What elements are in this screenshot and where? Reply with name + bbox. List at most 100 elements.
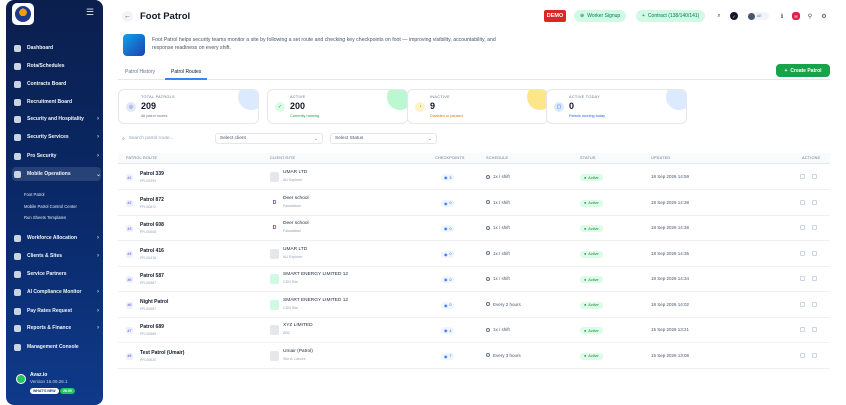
worker-signup-button[interactable]: ⊕ Worker Signup bbox=[574, 10, 627, 22]
status-badge: ● Active bbox=[580, 352, 603, 360]
edit-icon[interactable] bbox=[800, 174, 805, 179]
delete-icon[interactable] bbox=[812, 174, 817, 179]
patrol-name[interactable]: Patrol 872 bbox=[140, 197, 164, 203]
status-badge: ● Active bbox=[580, 276, 603, 283]
table-row[interactable]: #5 Patrol 587 PR-00587 SMART ENERGY LIMITED… bbox=[118, 267, 830, 292]
chevron-icon: › bbox=[97, 308, 99, 314]
table-row[interactable]: #1 Patrol 339 PR-00339 UMAR LTD AU Explorer ◉… bbox=[118, 165, 830, 190]
tab-patrol-routes[interactable]: Patrol Routes bbox=[171, 69, 201, 75]
pin-icon: ◉ bbox=[444, 354, 448, 359]
user-menu[interactable]: AE bbox=[747, 12, 769, 20]
stat-value: 200 bbox=[290, 101, 306, 111]
patrol-name[interactable]: Patrol 608 bbox=[140, 222, 164, 228]
search-input[interactable]: ⌕ Search patrol route... bbox=[118, 133, 210, 144]
nav-icon bbox=[14, 234, 21, 242]
stat-card-0: ◎ TOTAL PATROLS 209 All patrol routes bbox=[118, 89, 259, 124]
col-client-site[interactable]: CLIENT/SITE bbox=[270, 156, 295, 160]
sidebar-item-2[interactable]: Contracts Board bbox=[14, 77, 99, 91]
table-row[interactable]: #6 Night Patrol PR-00587 SMART ENERGY LIMIT… bbox=[118, 293, 830, 318]
menu-toggle-icon[interactable]: ☰ bbox=[86, 7, 94, 18]
create-patrol-button[interactable]: + Create Patrol bbox=[776, 64, 830, 77]
patrol-name[interactable]: Night Patrol bbox=[140, 299, 168, 305]
col-schedule[interactable]: SCHEDULE bbox=[486, 156, 508, 160]
table-row[interactable]: #2 Patrol 872 PR-00872 D Deer school Faisalab… bbox=[118, 191, 830, 216]
sidebar-item2-3[interactable]: AI Compliance Monitor › bbox=[14, 285, 99, 299]
patrol-name[interactable]: Patrol 339 bbox=[140, 171, 164, 177]
arrow-left-icon: ← bbox=[124, 13, 131, 20]
client-select[interactable]: Select client ⌄ bbox=[215, 133, 323, 144]
row-number: #3 bbox=[126, 225, 133, 232]
search-icon[interactable]: ⌕ bbox=[715, 12, 723, 20]
sidebar-item-7[interactable]: Mobile Operations ⌄ bbox=[12, 167, 101, 181]
contract-button[interactable]: + Contract (138/140/141) bbox=[636, 10, 706, 22]
patrol-code: PR-00416 bbox=[140, 255, 157, 260]
edit-icon[interactable] bbox=[800, 250, 805, 256]
version-label: Version 16.09.26.1 bbox=[30, 379, 68, 384]
patrol-name[interactable]: Patrol 416 bbox=[140, 248, 164, 254]
row-number: #1 bbox=[126, 174, 133, 181]
sidebar-item-1[interactable]: Rota/Schedules bbox=[14, 59, 99, 73]
company-name: Avaz.io bbox=[30, 372, 48, 378]
check-icon[interactable]: ✓ bbox=[730, 12, 738, 20]
stat-label: TOTAL PATROLS bbox=[141, 95, 175, 99]
edit-icon[interactable] bbox=[800, 352, 805, 358]
whats-new-button[interactable]: WHAT'S NEW bbox=[30, 388, 59, 394]
sidebar-item-0[interactable]: Dashboard bbox=[14, 41, 99, 55]
delete-icon[interactable] bbox=[812, 199, 817, 205]
chat-icon[interactable]: ✉ bbox=[792, 12, 800, 20]
delete-icon[interactable] bbox=[812, 250, 817, 256]
sidebar-subitem-2[interactable]: Run Sheets Templates bbox=[24, 215, 66, 220]
status-badge: ● Active bbox=[580, 174, 603, 181]
delete-icon[interactable] bbox=[812, 301, 817, 307]
patrol-name[interactable]: Patrol 689 bbox=[140, 324, 164, 330]
sidebar-item-6[interactable]: Pro Security › bbox=[14, 149, 99, 163]
col-status[interactable]: STATUS bbox=[580, 156, 596, 160]
settings-icon[interactable]: ⚙ bbox=[820, 12, 828, 20]
col-patrol-route[interactable]: PATROL ROUTE bbox=[126, 156, 157, 160]
info-icon[interactable]: ℹ bbox=[778, 12, 786, 20]
edit-icon[interactable] bbox=[800, 276, 805, 281]
sidebar-item2-4[interactable]: Pay Rates Request › bbox=[14, 304, 99, 318]
patrol-name[interactable]: Test Patrol (Umair) bbox=[140, 350, 184, 356]
delete-icon[interactable] bbox=[812, 276, 817, 281]
sidebar-item2-0[interactable]: Workforce Allocation › bbox=[14, 231, 99, 245]
status-dot-icon: ● bbox=[584, 252, 587, 256]
delete-icon[interactable] bbox=[812, 352, 817, 358]
status-select[interactable]: Select Status ⌄ bbox=[330, 133, 437, 144]
sidebar-item-3[interactable]: Recruitment Board bbox=[14, 95, 99, 109]
back-button[interactable]: ← bbox=[122, 11, 133, 22]
table-row[interactable]: #4 Patrol 416 PR-00416 UMAR LTD AU Explorer ◉… bbox=[118, 242, 830, 267]
clock-icon bbox=[486, 174, 490, 179]
tab-patrol-history[interactable]: Patrol History bbox=[125, 69, 155, 75]
sidebar-item2-2[interactable]: Service Partners bbox=[14, 267, 99, 281]
table-row[interactable]: #3 Patrol 608 PR-00608 D Deer school Faisalab… bbox=[118, 216, 830, 241]
status-dot-icon: ● bbox=[584, 277, 587, 282]
edit-icon[interactable] bbox=[800, 327, 805, 332]
delete-icon[interactable] bbox=[812, 225, 817, 230]
table-row[interactable]: #7 Patrol 689 PR-00689 XYZ LIMITED ABC ◉ 4 1x /… bbox=[118, 318, 830, 343]
delete-icon[interactable] bbox=[812, 327, 817, 332]
avatar[interactable] bbox=[16, 374, 26, 384]
sidebar-subitem-0[interactable]: Foot Patrol bbox=[24, 192, 44, 197]
sidebar-item-5[interactable]: Security Services › bbox=[14, 130, 99, 144]
sidebar-item2-5[interactable]: Reports & Finance › bbox=[14, 321, 99, 335]
link-icon[interactable]: ⚲ bbox=[806, 12, 814, 20]
edit-icon[interactable] bbox=[800, 225, 805, 230]
edit-icon[interactable] bbox=[800, 199, 805, 205]
foot-patrol-icon bbox=[123, 34, 145, 56]
table-row[interactable]: #8 Test Patrol (Umair) PR-00620 Umair (Patr… bbox=[118, 344, 830, 369]
app-logo[interactable] bbox=[12, 3, 34, 25]
sidebar-item-4[interactable]: Security and Hospitality › bbox=[14, 112, 99, 126]
sidebar-subitem-1[interactable]: Mobile Patrol Control Center bbox=[24, 204, 77, 209]
updated-time: 18 Sep 2026 14:02 bbox=[651, 301, 690, 307]
checkpoint-count: ◉ 7 bbox=[441, 352, 455, 360]
site-name: Faisalabad bbox=[283, 229, 301, 233]
col-updated[interactable]: UPDATED bbox=[651, 156, 670, 160]
sidebar-item2-6[interactable]: Management Console bbox=[14, 340, 99, 354]
edit-icon[interactable] bbox=[800, 301, 805, 307]
col-checkpoints[interactable]: CHECKPOINTS bbox=[435, 156, 465, 160]
patrol-name[interactable]: Patrol 587 bbox=[140, 273, 164, 279]
checkpoint-count: ◉ 0 bbox=[441, 276, 455, 283]
status-badge: ● Active bbox=[580, 225, 603, 232]
sidebar-item2-1[interactable]: Clients & Sites › bbox=[14, 249, 99, 263]
